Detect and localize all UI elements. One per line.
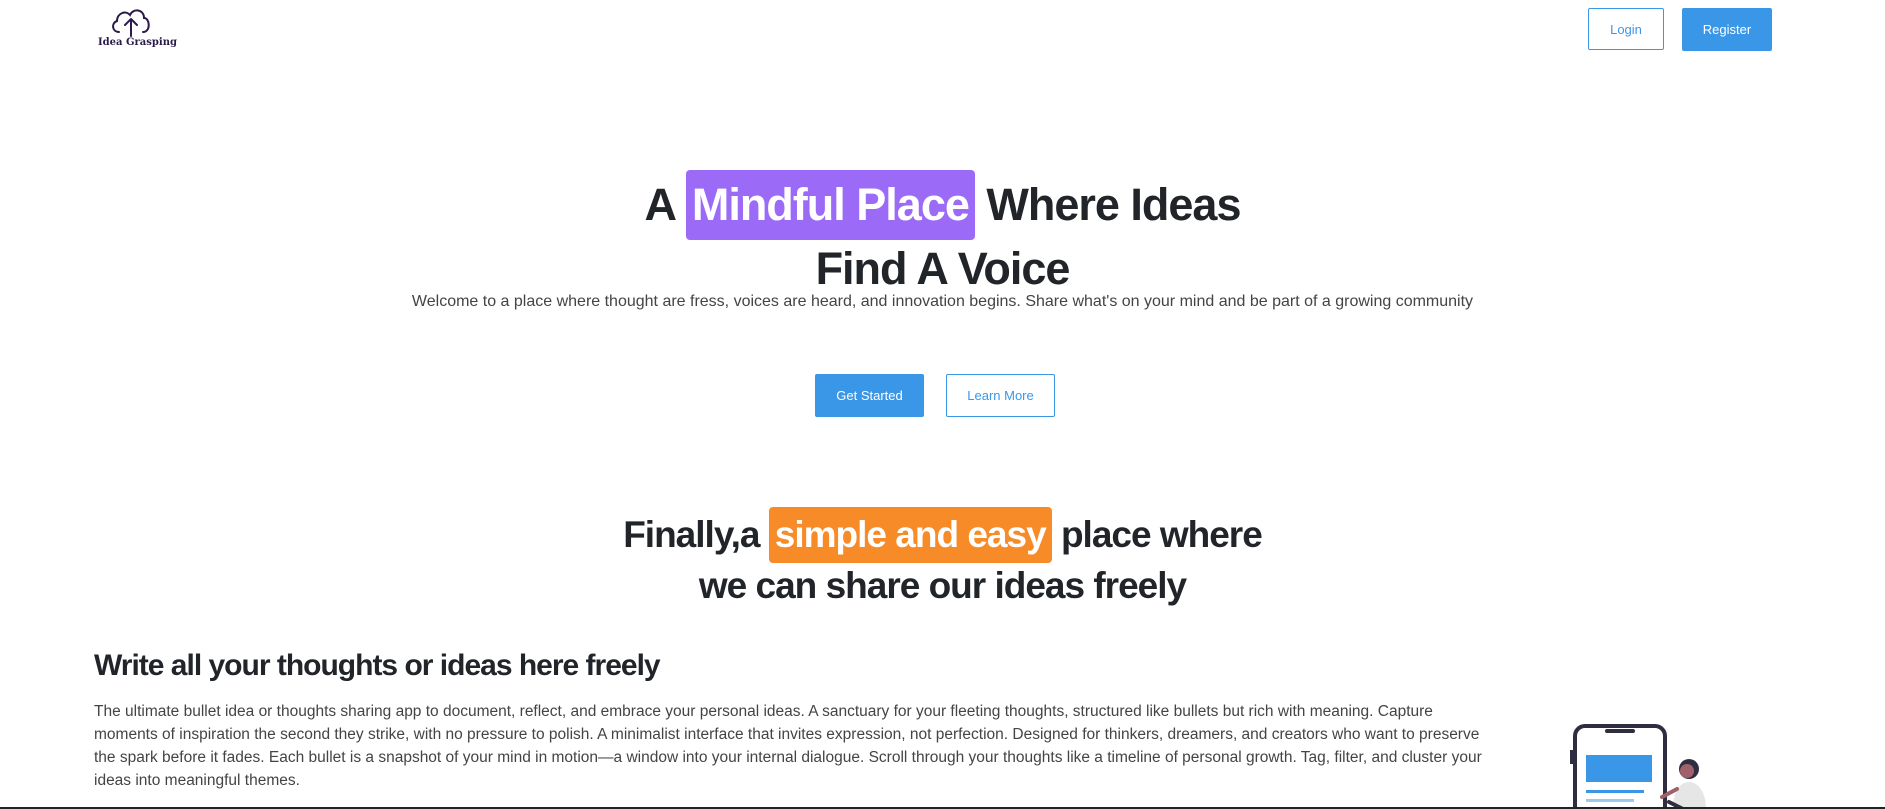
brand-name: Idea Grasping xyxy=(98,37,177,48)
login-button[interactable]: Login xyxy=(1588,8,1664,50)
section-title: Finally,a simple and easy place where we… xyxy=(0,507,1885,609)
phone-with-person-illustration xyxy=(1570,724,1706,809)
get-started-button[interactable]: Get Started xyxy=(815,374,924,417)
hero-title-prefix: A xyxy=(644,179,675,230)
section-title-highlight: simple and easy xyxy=(768,507,1052,563)
hero-title-line2: Find A Voice xyxy=(815,243,1071,294)
hero-title: A Mindful Place Where Ideas Find A Voice xyxy=(0,170,1885,298)
feature-description: The ultimate bullet idea or thoughts sha… xyxy=(94,703,1482,789)
hero-title-suffix: Where Ideas xyxy=(986,179,1241,230)
section-title-line2: we can share our ideas freely xyxy=(698,565,1187,606)
brand-logo[interactable]: Idea Grasping xyxy=(98,5,177,48)
learn-more-button[interactable]: Learn More xyxy=(946,374,1055,417)
hero-title-highlight: Mindful Place xyxy=(685,170,975,240)
section-title-prefix: Finally,a xyxy=(623,514,760,555)
cloud-upload-icon xyxy=(112,9,150,37)
register-button[interactable]: Register xyxy=(1682,8,1772,51)
hero-subtitle: Welcome to a place where thought are fre… xyxy=(411,293,1474,310)
section-title-suffix: place where xyxy=(1060,514,1263,555)
feature-title: Write all your thoughts or ideas here fr… xyxy=(94,649,661,682)
